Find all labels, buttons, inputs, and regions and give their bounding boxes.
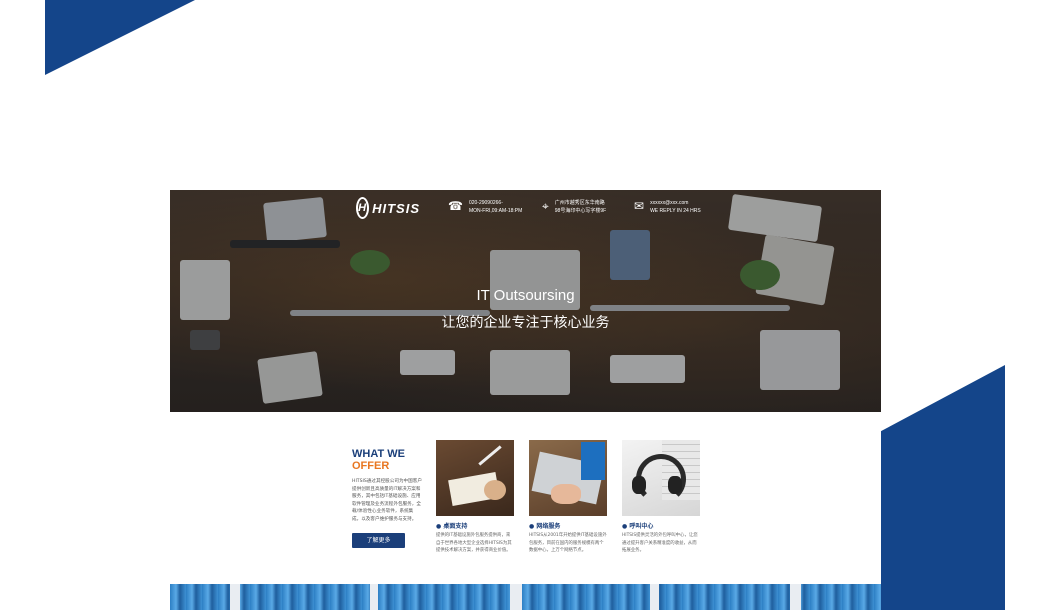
email-reply-note: WE REPLY IN 24 HRS: [650, 208, 701, 214]
phone-number: 020-29090266-: [468, 200, 503, 206]
network-service-image: [529, 440, 607, 516]
email-address[interactable]: xxxxxx@xxx.com: [650, 199, 701, 207]
service-title: ● 网络服务: [529, 523, 561, 530]
decorative-triangle-top-left: [45, 0, 195, 75]
decorative-shape-bottom-right: [881, 365, 1005, 610]
service-title: ● 桌面支持: [436, 523, 468, 530]
network-cables-banner: [170, 584, 881, 610]
service-title: ● 呼叫中心: [622, 523, 654, 530]
hero-topbar: H HITSIS ☎ 020-29090266- MON-FRI,09:AM-1…: [170, 190, 881, 226]
logo-text: HITSIS: [372, 200, 420, 216]
contact-address: ⌖ 广州市越秀区东华南路 98号海印中心写字楼9F: [542, 199, 606, 215]
service-description: 提供的IT基础设施外包服务提供商，来自于世界各地大型企业选择HITSIS为其提供…: [436, 533, 512, 554]
desktop-support-image: [436, 440, 514, 516]
call-center-image: [622, 440, 700, 516]
mail-icon: ✉: [634, 199, 645, 213]
offer-description: HITSIS通过其控股公司为中国客户提供创新且高质量的IT解决方案和服务，其中包…: [352, 479, 422, 522]
hero-banner: H HITSIS ☎ 020-29090266- MON-FRI,09:AM-1…: [170, 190, 881, 412]
contact-phone: ☎ 020-29090266- MON-FRI,09:AM-18:PM: [448, 199, 522, 215]
phone-hours: MON-FRI,09:AM-18:PM: [468, 208, 523, 214]
offer-block: WHAT WE OFFER HITSIS通过其控股公司为中国客户提供创新且高质量…: [352, 448, 422, 524]
service-description: HITSIS从2001年开始提供IT基础设施外包服务，目前在国内的服务规模有两个…: [529, 533, 607, 554]
service-card-desktop-support[interactable]: ● 桌面支持 提供的IT基础设施外包服务提供商，来自于世界各地大型企业选择HIT…: [436, 440, 514, 555]
service-card-call-center[interactable]: ● 呼叫中心 HITSIS提供灵活的外包呼叫中心，让您通过提升客户关系精准度的收…: [622, 440, 700, 555]
phone-icon: ☎: [448, 199, 463, 213]
service-card-network[interactable]: ● 网络服务 HITSIS从2001年开始提供IT基础设施外包服务，目前在国内的…: [529, 440, 607, 555]
address-line2: 98号海印中心写字楼9F: [554, 208, 607, 214]
hero-title-cn: 让您的企业专注于核心业务: [441, 315, 610, 331]
logo-mark-icon: H: [356, 197, 370, 219]
offer-heading-line2: OFFER: [352, 460, 390, 472]
service-description: HITSIS提供灵活的外包呼叫中心，让您通过提升客户关系精准度的收益，从而拓展业…: [622, 533, 698, 554]
hero-title-en: IT Outsoursing: [476, 287, 575, 304]
hitsis-logo[interactable]: H HITSIS: [356, 197, 420, 219]
offer-heading-line1: WHAT WE: [352, 448, 405, 460]
location-pin-icon: ⌖: [542, 199, 549, 213]
learn-more-button[interactable]: 了解更多: [352, 533, 405, 548]
contact-email: ✉ xxxxxx@xxx.com WE REPLY IN 24 HRS: [634, 199, 701, 215]
address-line1: 广州市越秀区东华南路: [554, 200, 605, 206]
